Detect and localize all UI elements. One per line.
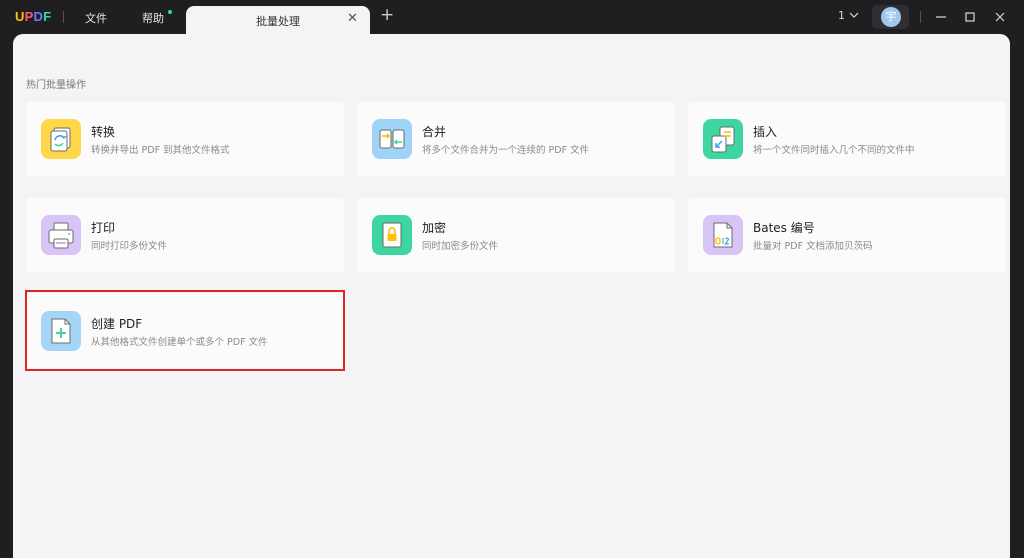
card-title: 转换 — [91, 125, 116, 139]
section-title: 热门批量操作 — [26, 80, 86, 91]
convert-icon — [41, 119, 81, 159]
card-title: 合并 — [422, 125, 447, 139]
title-bar: UPDF 文件 帮助 批量处理 ✕ + 1 宇 — [0, 0, 1024, 34]
chevron-down-icon — [849, 12, 859, 18]
account-button[interactable]: 宇 — [872, 5, 909, 29]
card-print[interactable]: 打印 同时打印多份文件 — [26, 198, 344, 272]
tab-label: 批量处理 — [256, 15, 300, 28]
card-merge[interactable]: 合并 将多个文件合并为一个连续的 PDF 文件 — [357, 102, 675, 176]
merge-icon — [372, 119, 412, 159]
page-number: 1 — [838, 9, 845, 22]
card-bates-numbering[interactable]: Bates 编号 批量对 PDF 文档添加贝茨码 — [688, 198, 1006, 272]
highlight-box — [25, 290, 345, 371]
card-encrypt[interactable]: 加密 同时加密多份文件 — [357, 198, 675, 272]
close-icon[interactable] — [991, 8, 1009, 26]
maximize-icon[interactable] — [961, 8, 979, 26]
insert-icon — [703, 119, 743, 159]
avatar: 宇 — [881, 7, 901, 27]
lock-icon — [372, 215, 412, 255]
minimize-icon[interactable] — [932, 8, 950, 26]
card-title: 打印 — [91, 221, 116, 235]
tab-batch-process[interactable]: 批量处理 ✕ — [186, 6, 370, 34]
tab-close-icon[interactable]: ✕ — [347, 11, 358, 26]
card-title: 插入 — [753, 125, 778, 139]
card-description: 同时打印多份文件 — [91, 241, 168, 252]
card-convert[interactable]: 转换 转换并导出 PDF 到其他文件格式 — [26, 102, 344, 176]
notification-dot — [168, 10, 172, 14]
print-icon — [41, 215, 81, 255]
menu-help[interactable]: 帮助 — [142, 10, 164, 26]
card-description: 将多个文件合并为一个连续的 PDF 文件 — [422, 145, 590, 156]
card-description: 将一个文件同时插入几个不同的文件中 — [753, 145, 915, 156]
bates-number-icon — [703, 215, 743, 255]
card-title: Bates 编号 — [753, 221, 815, 235]
divider — [920, 11, 921, 23]
divider — [63, 11, 64, 23]
menu-file[interactable]: 文件 — [85, 10, 107, 26]
updf-logo: UPDF — [15, 9, 52, 24]
card-description: 同时加密多份文件 — [422, 241, 499, 252]
card-description: 批量对 PDF 文档添加贝茨码 — [753, 241, 873, 252]
card-description: 转换并导出 PDF 到其他文件格式 — [91, 145, 230, 156]
card-title: 加密 — [422, 221, 447, 235]
card-insert[interactable]: 插入 将一个文件同时插入几个不同的文件中 — [688, 102, 1006, 176]
add-tab-button[interactable]: + — [380, 7, 394, 24]
page-selector[interactable]: 1 — [838, 9, 859, 22]
